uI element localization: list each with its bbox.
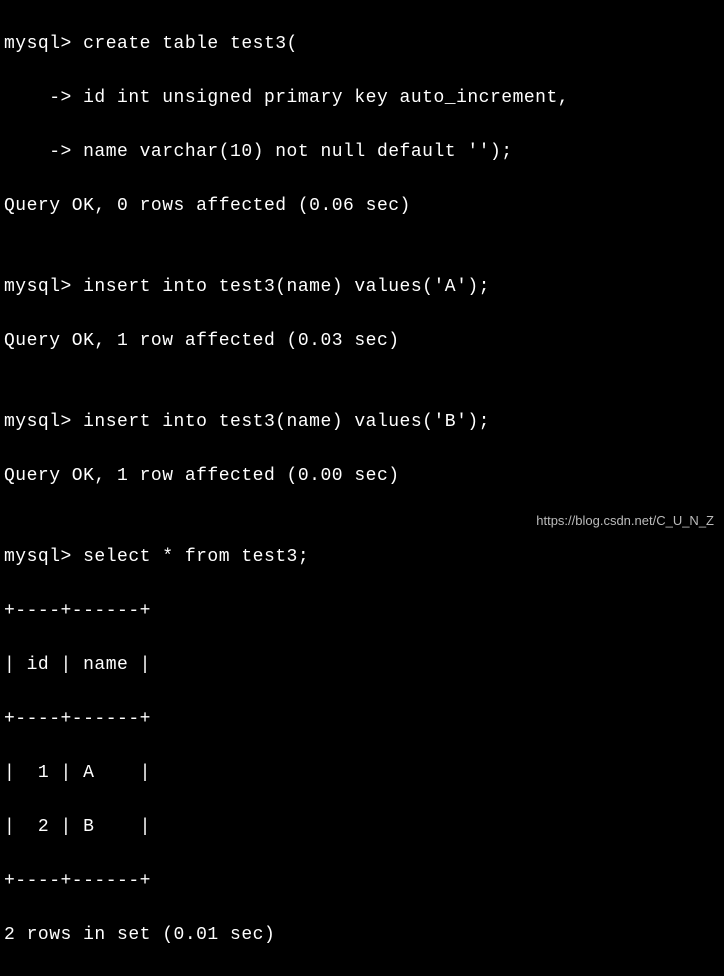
sql-insert-a: mysql> insert into test3(name) values('A… [4,274,720,301]
table-border-bottom: +----+------+ [4,868,720,895]
table-row: | 2 | B | [4,814,720,841]
table-row: | 1 | A | [4,760,720,787]
sql-insert-b: mysql> insert into test3(name) values('B… [4,409,720,436]
query-ok-create: Query OK, 0 rows affected (0.06 sec) [4,193,720,220]
table-border-top: +----+------+ [4,598,720,625]
sql-create-line-2: -> id int unsigned primary key auto_incr… [4,85,720,112]
sql-create-line-3: -> name varchar(10) not null default '')… [4,139,720,166]
query-ok-insert-a: Query OK, 1 row affected (0.03 sec) [4,328,720,355]
sql-create-line-1: mysql> create table test3( [4,31,720,58]
terminal-output: mysql> create table test3( -> id int uns… [4,4,720,976]
watermark-text: https://blog.csdn.net/C_U_N_Z [536,511,714,531]
table-border-mid: +----+------+ [4,706,720,733]
sql-select: mysql> select * from test3; [4,544,720,571]
rows-in-set: 2 rows in set (0.01 sec) [4,922,720,949]
query-ok-insert-b: Query OK, 1 row affected (0.00 sec) [4,463,720,490]
table-header: | id | name | [4,652,720,679]
